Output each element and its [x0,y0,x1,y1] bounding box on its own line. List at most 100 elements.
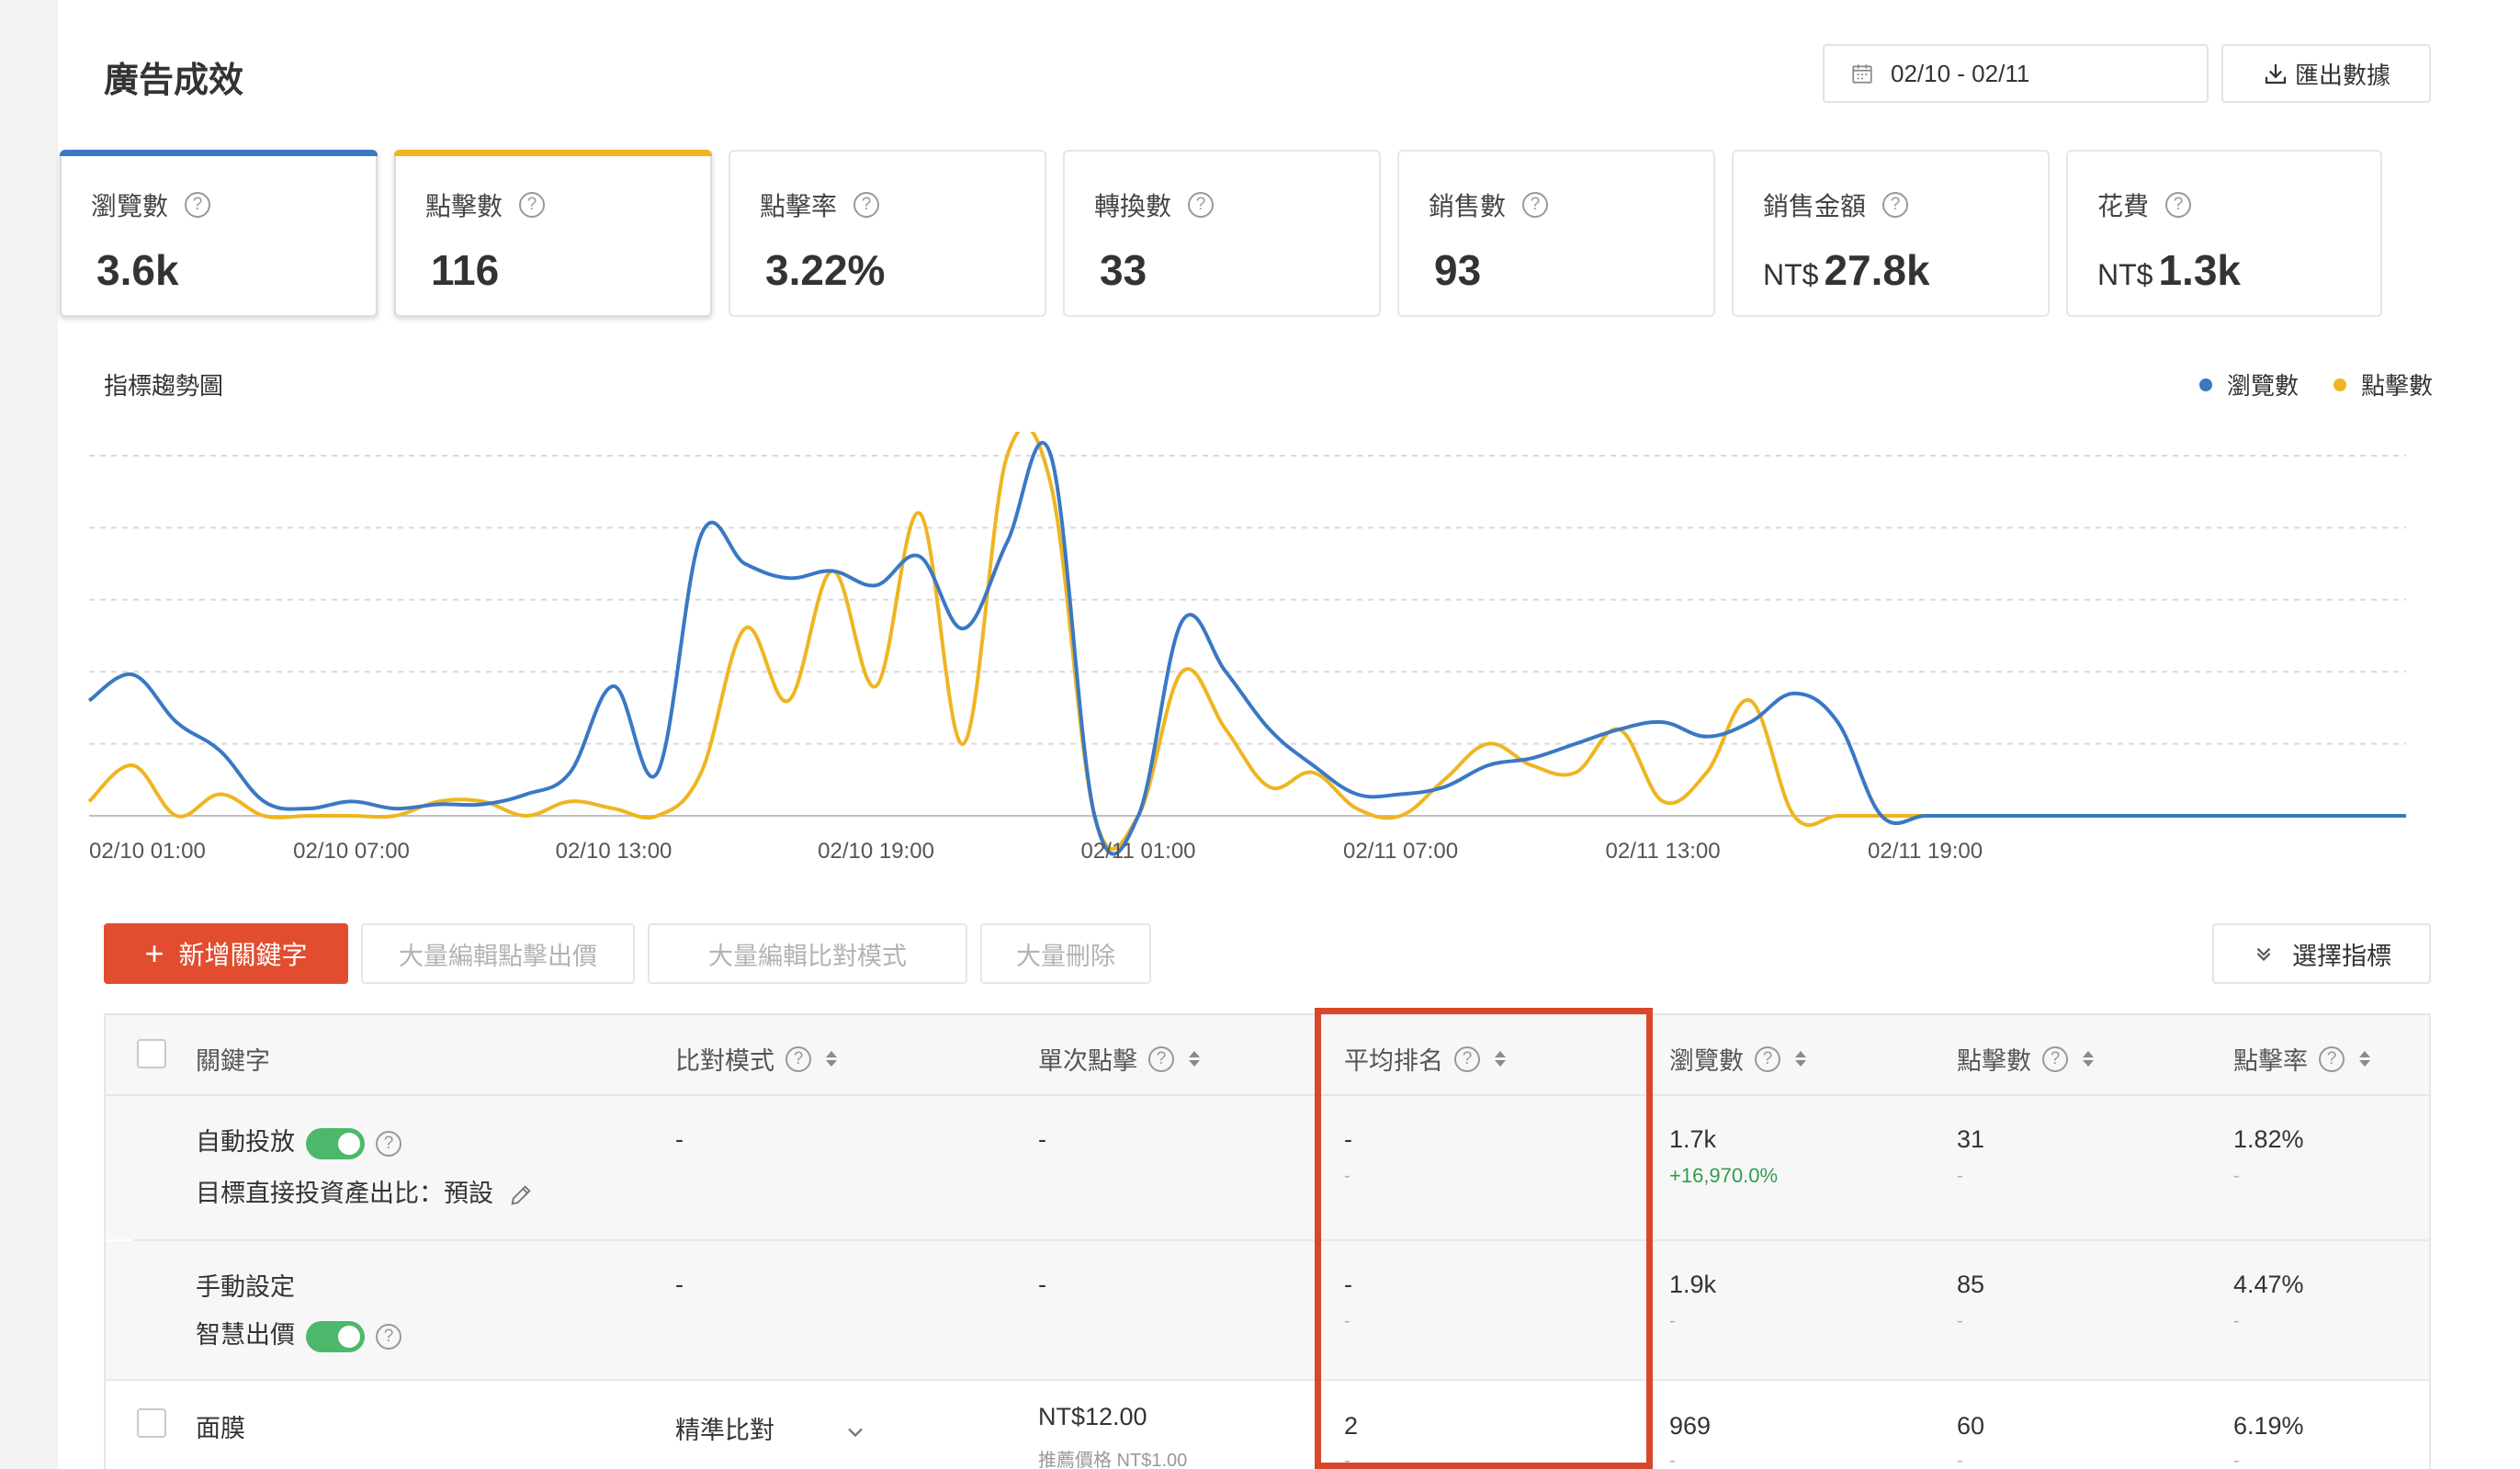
help-icon[interactable]: ? [2165,192,2192,218]
clicks-cell: 85 [1957,1271,1985,1298]
help-icon[interactable]: ? [519,192,546,218]
header-label: 平均排名 [1344,1047,1443,1075]
kpi-card-spend[interactable]: 花費? NT$ 1.3k [2066,150,2382,317]
views-change: +16,970.0% [1669,1164,1779,1187]
bulk-delete-button[interactable]: 大量刪除 [980,923,1151,984]
header-ctr[interactable]: 點擊率 ? [2233,1041,2370,1077]
sort-icon[interactable] [2359,1051,2370,1067]
table-row-manual: 手動設定 智慧出價? - - - - 1.9k - 85 - 4.47% - [106,1241,2429,1379]
help-icon[interactable]: ? [785,1045,811,1072]
avg-rank-change: - [1344,1311,1350,1331]
help-icon[interactable]: ? [1188,192,1215,218]
bulk-edit-match-button[interactable]: 大量編輯比對模式 [648,923,967,984]
help-icon[interactable]: ? [1755,1045,1780,1072]
kpi-selected-bar [60,150,378,156]
kpi-card-conversions[interactable]: 轉換數? 33 [1063,150,1381,317]
kpi-card-ctr[interactable]: 點擊率? 3.22% [729,150,1046,317]
header-views[interactable]: 瀏覽數 ? [1669,1041,1806,1077]
double-chevron-down-icon [2256,947,2271,962]
download-icon [2265,64,2287,85]
kpi-card-clicks[interactable]: 點擊數? 116 [394,150,712,317]
legend-dot [2198,378,2212,391]
match-type-cell: - [675,1271,684,1298]
kpi-card-views[interactable]: 瀏覽數? 3.6k [60,150,378,317]
select-metrics-button[interactable]: 選擇指標 [2212,923,2431,984]
header-clicks[interactable]: 點擊數 ? [1957,1041,2094,1077]
bulk-edit-match-label: 大量編輯比對模式 [708,942,907,970]
sort-icon[interactable] [2083,1051,2094,1067]
x-tick-label: 02/10 19:00 [818,839,934,864]
series-line-clicks [87,432,2406,852]
x-tick-label: 02/11 07:00 [1343,839,1458,864]
roas-target-text: 目標直接投資產出比：預設 [196,1180,493,1207]
help-icon[interactable]: ? [376,1130,401,1157]
header-label: 關鍵字 [196,1047,270,1075]
ctr-change: - [2233,1451,2240,1469]
views-cell: 1.9k [1669,1271,1717,1298]
add-keyword-button[interactable]: + 新增關鍵字 [104,923,348,984]
export-data-button[interactable]: 匯出數據 [2221,44,2431,103]
kpi-value: 3.6k [96,246,179,294]
date-range-picker[interactable]: 02/10 - 02/11 [1823,44,2209,103]
series-line-views [87,440,2406,856]
x-tick-label: 02/10 01:00 [89,839,206,864]
table-row-auto: 自動投放? 目標直接投資產出比：預設 - - - - 1.7k +16,970.… [106,1096,2429,1239]
header-cpc[interactable]: 單次點擊 ? [1038,1041,1200,1077]
help-icon[interactable]: ? [1148,1045,1174,1072]
kpi-card-sales-amount[interactable]: 銷售金額? NT$ 27.8k [1732,150,2050,317]
header-keyword: 關鍵字 [196,1041,270,1077]
help-icon[interactable]: ? [2042,1045,2068,1072]
help-icon[interactable]: ? [1522,192,1549,218]
sort-icon[interactable] [826,1051,837,1067]
cpc-cell[interactable]: NT$12.00 [1038,1403,1147,1431]
bulk-edit-bid-button[interactable]: 大量編輯點擊出價 [361,923,635,984]
avg-rank-cell: 2 [1344,1412,1359,1440]
recommended-price: 推薦價格 NT$1.00 [1038,1451,1188,1469]
views-cell: 969 [1669,1412,1712,1440]
ctr-change: - [2233,1311,2240,1331]
header-label: 比對模式 [675,1047,774,1075]
pencil-icon[interactable] [508,1182,534,1208]
x-tick-label: 02/11 13:00 [1606,839,1721,864]
bulk-delete-label: 大量刪除 [1016,942,1115,970]
kpi-selected-bar [394,150,712,156]
clicks-change: - [1957,1166,1963,1186]
sort-icon[interactable] [1189,1051,1200,1067]
row-checkbox[interactable] [137,1408,166,1438]
header-match-type[interactable]: 比對模式 ? [675,1041,837,1077]
legend-item-views[interactable]: 瀏覽數 [2198,367,2299,401]
x-tick-label: 02/11 01:00 [1081,839,1196,864]
smart-bid-toggle[interactable] [306,1320,365,1352]
clicks-cell: 60 [1957,1412,1985,1440]
smart-bid-text: 智慧出價 [196,1321,295,1349]
sort-icon[interactable] [1495,1051,1506,1067]
table-row: 面膜 精準比對 NT$12.00 推薦價格 NT$1.00 2 - 969 - … [106,1381,2429,1469]
views-cell: 1.7k [1669,1125,1717,1153]
date-range-text: 02/10 - 02/11 [1891,59,2030,87]
auto-placement-toggle[interactable] [306,1127,365,1159]
match-type-select[interactable]: 精準比對 [675,1410,868,1446]
header-avg-rank[interactable]: 平均排名 ? [1344,1041,1506,1077]
cpc-cell: - [1038,1125,1046,1153]
select-all-checkbox[interactable] [137,1039,166,1068]
sort-icon[interactable] [1795,1051,1806,1067]
help-icon[interactable]: ? [1454,1045,1480,1072]
kpi-card-sales[interactable]: 銷售數? 93 [1397,150,1715,317]
match-type-value: 精準比對 [675,1417,774,1444]
header-label: 點擊率 [2233,1047,2308,1075]
kpi-value: 116 [431,246,500,294]
kpi-label: 轉換數 [1094,192,1172,220]
kpi-value: 1.3k [2158,246,2241,294]
legend-item-clicks[interactable]: 點擊數 [2333,367,2433,401]
help-icon[interactable]: ? [1882,192,1909,218]
legend-label: 點擊數 [2360,372,2433,400]
help-icon[interactable]: ? [853,192,880,218]
header-label: 瀏覽數 [1669,1047,1744,1075]
help-icon[interactable]: ? [185,192,211,218]
kpi-label: 點擊數 [425,192,503,220]
trend-chart: 02/10 01:00 02/10 07:00 02/10 13:00 02/10 1… [87,432,2406,864]
avg-rank-cell: - [1344,1125,1352,1153]
help-icon[interactable]: ? [376,1323,401,1350]
help-icon[interactable]: ? [2319,1045,2345,1072]
roas-target-cell[interactable]: 目標直接投資產出比：預設 [196,1173,534,1209]
